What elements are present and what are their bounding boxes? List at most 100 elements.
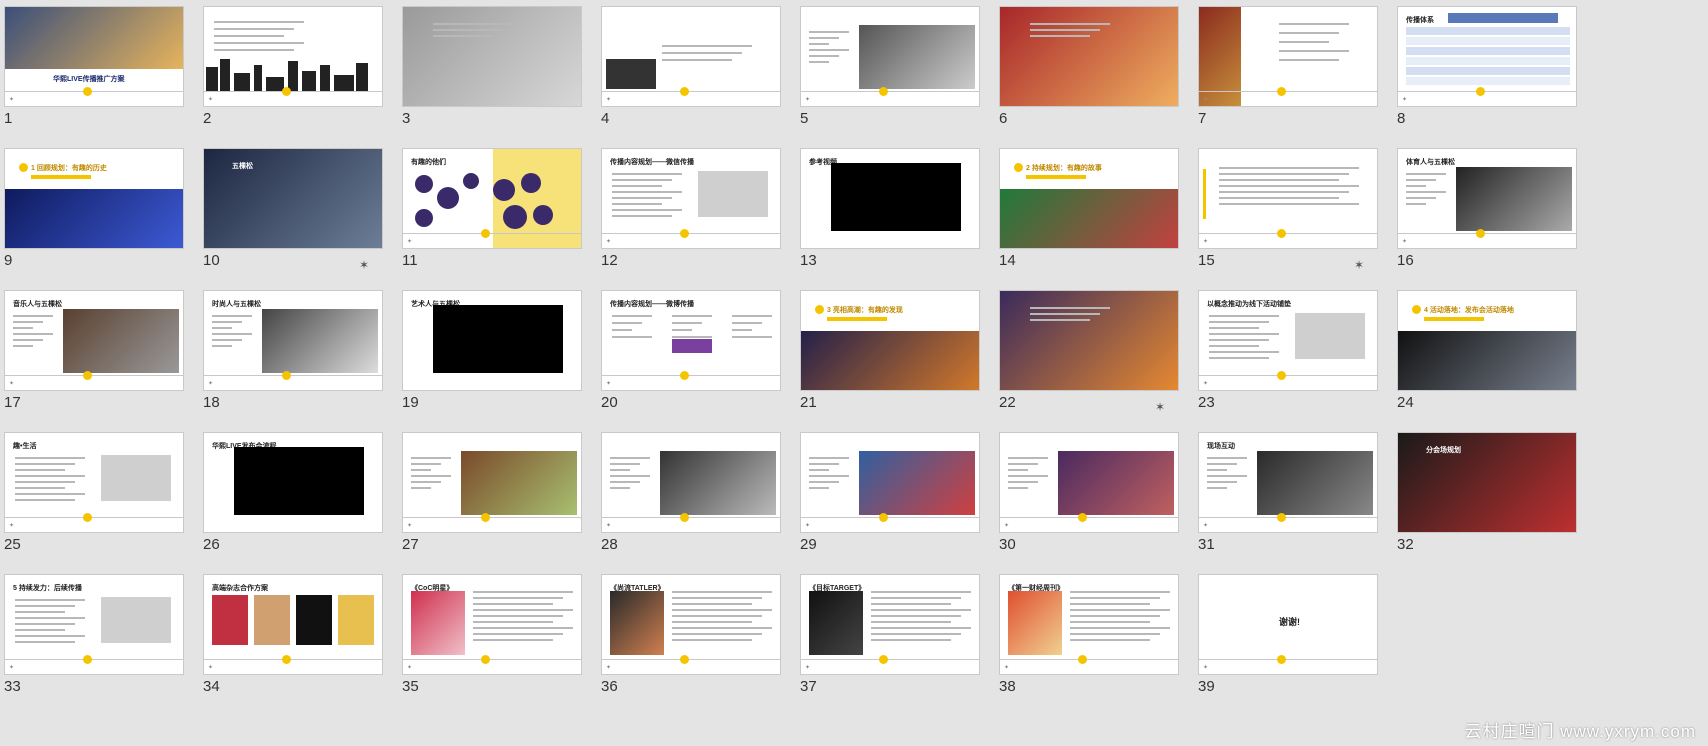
thumb-text-line (1030, 29, 1100, 31)
slide-title: 传播体系 (1406, 17, 1434, 24)
thumb-text-line (809, 481, 839, 483)
slide-number: 26 (203, 536, 220, 553)
slide-thumbnail[interactable]: 1 回顾规划：有趣的历史 (4, 148, 184, 249)
video-frame (234, 447, 364, 515)
slide-thumbnail[interactable] (999, 290, 1179, 391)
slide-cell: 《第一财经周刊》 ✦ 38 (995, 568, 1212, 720)
slide-thumbnail[interactable]: 《第一财经周刊》 ✦ (999, 574, 1179, 675)
thumb-text-line (1406, 203, 1426, 205)
table-row (1406, 67, 1570, 75)
slide-thumbnail[interactable]: ✦ (1198, 6, 1378, 107)
slide-thumbnail[interactable]: 传播体系 ✦ (1397, 6, 1577, 107)
content-image (101, 597, 171, 643)
slide-thumbnail[interactable]: 《目标TARGET》 ✦ (800, 574, 980, 675)
slide-thumbnail[interactable]: ✦ (203, 6, 383, 107)
thumb-text-line (1219, 179, 1339, 181)
slide-logo-mark: ✦ (208, 97, 214, 103)
slide-thumbnail[interactable]: 传播内容规划——微信传播 ✦ (601, 148, 781, 249)
slide-thumbnail[interactable]: ✦ (999, 432, 1179, 533)
slide-photo (859, 25, 975, 89)
thumb-text-line (212, 333, 252, 335)
thumb-text-line (871, 639, 951, 641)
slide-thumbnail[interactable]: 时尚人与五棵松 ✦ (203, 290, 383, 391)
slide-thumbnail[interactable]: 以概念推动为线下活动铺垫 ✦ (1198, 290, 1378, 391)
magazine-cover (212, 595, 248, 645)
skyline-building (206, 67, 218, 91)
slide-thumbnail[interactable]: 有趣的他们 ✦ (402, 148, 582, 249)
slide-thumbnail[interactable]: 《CoC明星》 ✦ (402, 574, 582, 675)
slide-thumbnail[interactable]: ✦ (800, 432, 980, 533)
slide-thumbnail[interactable]: 4 活动落地：发布会活动落地 (1397, 290, 1577, 391)
thumb-text-line (411, 457, 451, 459)
slide-thumbnail[interactable]: 五棵松 (203, 148, 383, 249)
slide-thumbnail[interactable]: 趣•生活 ✦ (4, 432, 184, 533)
thumb-text-line (214, 35, 284, 37)
slide-thumbnail[interactable] (402, 6, 582, 107)
slide-thumbnail[interactable]: 3 亮相高潮：有趣的发现 (800, 290, 980, 391)
thumb-text-line (212, 327, 232, 329)
slide-thumbnail[interactable]: 艺术人与五棵松 (402, 290, 582, 391)
slide-logo-mark: ✦ (407, 665, 413, 671)
site-watermark: 云村庄喧门 www.yxrym.com (1464, 722, 1696, 741)
slide-number: 4 (601, 110, 610, 127)
thumb-text-line (473, 639, 553, 641)
slide-number: 22 (999, 394, 1016, 411)
slide-footer-line (5, 375, 183, 376)
skyline-building (356, 63, 368, 91)
slide-footer-line (1199, 233, 1377, 234)
slide-thumbnail[interactable]: 体育人与五棵松 ✦ (1397, 148, 1577, 249)
thumb-text-line (672, 322, 702, 324)
slide-thumbnail[interactable]: 分会场规划 (1397, 432, 1577, 533)
magazine-cover (411, 591, 465, 655)
slide-photo (403, 7, 581, 106)
slide-thumbnail[interactable]: ✦ (402, 432, 582, 533)
thumb-text-line (672, 639, 752, 641)
thumb-text-line (15, 629, 65, 631)
slide-thumbnail[interactable]: ✦ (800, 6, 980, 107)
thumb-text-line (662, 52, 742, 54)
slide-footer-line (5, 659, 183, 660)
thumb-text-line (212, 321, 242, 323)
section-highlight (31, 175, 91, 179)
slide-thumbnail[interactable]: ✦ (601, 432, 781, 533)
magazine-cover (1008, 591, 1062, 655)
slide-thumbnail[interactable]: 谢谢! ✦ (1198, 574, 1378, 675)
thumb-text-line (871, 603, 951, 605)
slide-thumbnail[interactable] (999, 6, 1179, 107)
slide-thumbnail[interactable]: 高端杂志合作方案 ✦ (203, 574, 383, 675)
slide-thumbnail[interactable]: 音乐人与五棵松 ✦ (4, 290, 184, 391)
slide-thumbnail[interactable]: 华熙LIVE发布会流程 (203, 432, 383, 533)
slide-logo-mark: ✦ (1004, 523, 1010, 529)
slide-logo-mark: ✦ (208, 665, 214, 671)
thumb-text-line (1219, 191, 1349, 193)
slide-thumbnail[interactable]: 传播内容规划——微博传播 ✦ (601, 290, 781, 391)
slide-number: 39 (1198, 678, 1215, 695)
slide-footer-dot (1277, 655, 1286, 664)
slide-photo (204, 149, 382, 248)
thumb-text-line (672, 621, 752, 623)
slide-title: 5 持续发力：后续传播 (13, 585, 82, 592)
table-row (1406, 57, 1570, 65)
thumb-text-line (1406, 191, 1446, 193)
thumb-text-line (15, 499, 75, 501)
slide-thumbnail[interactable]: 参考视频 (800, 148, 980, 249)
slide-thumbnail[interactable]: 2 持续规划：有趣的故事 (999, 148, 1179, 249)
slide-thumbnail[interactable]: ✦ (601, 6, 781, 107)
slide-thumbnail[interactable]: ✦ (1198, 148, 1378, 249)
slide-footer-line (1199, 517, 1377, 518)
thumb-text-line (1209, 315, 1279, 317)
thumb-text-line (610, 481, 640, 483)
thumb-text-line (1008, 475, 1048, 477)
slide-thumbnail[interactable]: 华熙LIVE传播推广方案 ✦ (4, 6, 184, 107)
slide-cell: 《目标TARGET》 ✦ 37 (796, 568, 1013, 720)
slide-logo-mark: ✦ (1203, 97, 1209, 103)
slide-number: 25 (4, 536, 21, 553)
slide-thumbnail[interactable]: 现场互动 ✦ (1198, 432, 1378, 533)
slide-logo-mark: ✦ (606, 97, 612, 103)
slide-footer-line (1398, 91, 1576, 92)
slide-footer-line (1199, 91, 1377, 92)
thumb-text-line (1219, 197, 1339, 199)
slide-thumbnail[interactable]: 《尚流TATLER》 ✦ (601, 574, 781, 675)
thumb-text-line (13, 339, 43, 341)
slide-thumbnail[interactable]: 5 持续发力：后续传播 ✦ (4, 574, 184, 675)
